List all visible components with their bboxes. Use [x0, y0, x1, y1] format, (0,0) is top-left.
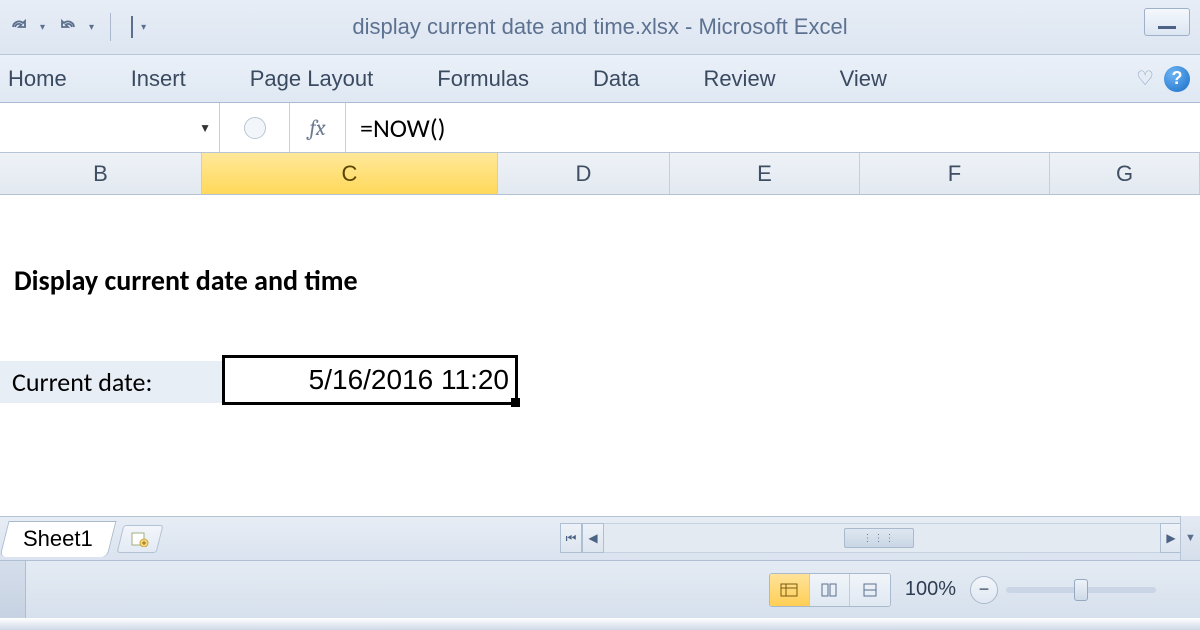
- ribbon-tabs: Home Insert Page Layout Formulas Data Re…: [0, 55, 1200, 103]
- status-bar: 100% − +: [0, 560, 1200, 618]
- cancel-icon[interactable]: [244, 117, 266, 139]
- undo-icon[interactable]: [55, 14, 81, 40]
- zoom-thumb[interactable]: [1074, 579, 1088, 601]
- tab-home[interactable]: Home: [8, 66, 67, 92]
- tab-data[interactable]: Data: [593, 66, 639, 92]
- selected-cell[interactable]: 5/16/2016 11:20: [222, 355, 518, 405]
- title-bar: ▾ ▾ ▾ display current date and time.xlsx…: [0, 0, 1200, 55]
- view-buttons: [769, 573, 891, 607]
- dropdown-icon[interactable]: ▾: [89, 22, 94, 33]
- scroll-down-icon[interactable]: ▼: [1180, 516, 1200, 560]
- dropdown-icon[interactable]: ▾: [141, 22, 146, 33]
- customize-qat-icon[interactable]: [131, 16, 133, 38]
- column-header-e[interactable]: E: [670, 153, 860, 194]
- dropdown-icon[interactable]: ▾: [40, 22, 45, 33]
- zoom-level[interactable]: 100%: [905, 578, 956, 601]
- new-sheet-button[interactable]: [116, 525, 163, 553]
- scroll-track[interactable]: ⋮⋮⋮: [604, 523, 1160, 553]
- window-controls: [1144, 8, 1190, 36]
- zoom-out-button[interactable]: −: [970, 576, 998, 604]
- column-header-g[interactable]: G: [1050, 153, 1200, 194]
- scroll-thumb[interactable]: ⋮⋮⋮: [844, 528, 914, 548]
- page-layout-view-icon[interactable]: [810, 574, 850, 606]
- worksheet-grid[interactable]: Display current date and time Current da…: [0, 195, 1200, 515]
- cell-value: 5/16/2016 11:20: [309, 364, 509, 396]
- sheet-tab-bar: Sheet1 ⏮ ◀ ⋮⋮⋮ ▶: [0, 516, 1200, 560]
- minimize-ribbon-icon[interactable]: ♡: [1136, 66, 1154, 91]
- tab-formulas[interactable]: Formulas: [437, 66, 529, 92]
- fx-icon[interactable]: fx: [290, 103, 346, 152]
- scroll-first-icon[interactable]: ⏮: [560, 523, 582, 553]
- label-cell[interactable]: Current date:: [0, 361, 222, 403]
- status-left: [0, 561, 26, 618]
- column-header-d[interactable]: D: [498, 153, 670, 194]
- tab-review[interactable]: Review: [703, 66, 775, 92]
- separator: [110, 13, 111, 41]
- fill-handle[interactable]: [511, 398, 520, 407]
- scroll-left-icon[interactable]: ◀: [582, 523, 604, 553]
- formula-buttons: [220, 103, 290, 152]
- column-headers: B C D E F G: [0, 153, 1200, 195]
- page-break-view-icon[interactable]: [850, 574, 890, 606]
- tab-insert[interactable]: Insert: [131, 66, 186, 92]
- name-box[interactable]: ▼: [0, 103, 220, 152]
- minimize-button[interactable]: [1144, 8, 1190, 36]
- scroll-right-icon[interactable]: ▶: [1160, 523, 1182, 553]
- column-header-b[interactable]: B: [0, 153, 202, 194]
- window-title: display current date and time.xlsx - Mic…: [0, 14, 1200, 40]
- tab-page-layout[interactable]: Page Layout: [250, 66, 374, 92]
- column-header-f[interactable]: F: [860, 153, 1050, 194]
- help-icon[interactable]: ?: [1164, 66, 1190, 92]
- normal-view-icon[interactable]: [770, 574, 810, 606]
- bottom-fade: [0, 618, 1200, 630]
- dropdown-icon[interactable]: ▼: [199, 121, 211, 135]
- quick-access-toolbar: ▾ ▾ ▾: [0, 13, 146, 41]
- column-header-c[interactable]: C: [202, 153, 498, 194]
- zoom-slider[interactable]: [1006, 587, 1156, 593]
- heading-cell[interactable]: Display current date and time: [14, 263, 358, 298]
- formula-input[interactable]: =NOW(): [346, 103, 1200, 152]
- tab-view[interactable]: View: [840, 66, 887, 92]
- formula-bar: ▼ fx =NOW(): [0, 103, 1200, 153]
- horizontal-scrollbar[interactable]: ⏮ ◀ ⋮⋮⋮ ▶: [560, 523, 1182, 553]
- sheet-tab-sheet1[interactable]: Sheet1: [0, 521, 116, 557]
- redo-icon[interactable]: [6, 14, 32, 40]
